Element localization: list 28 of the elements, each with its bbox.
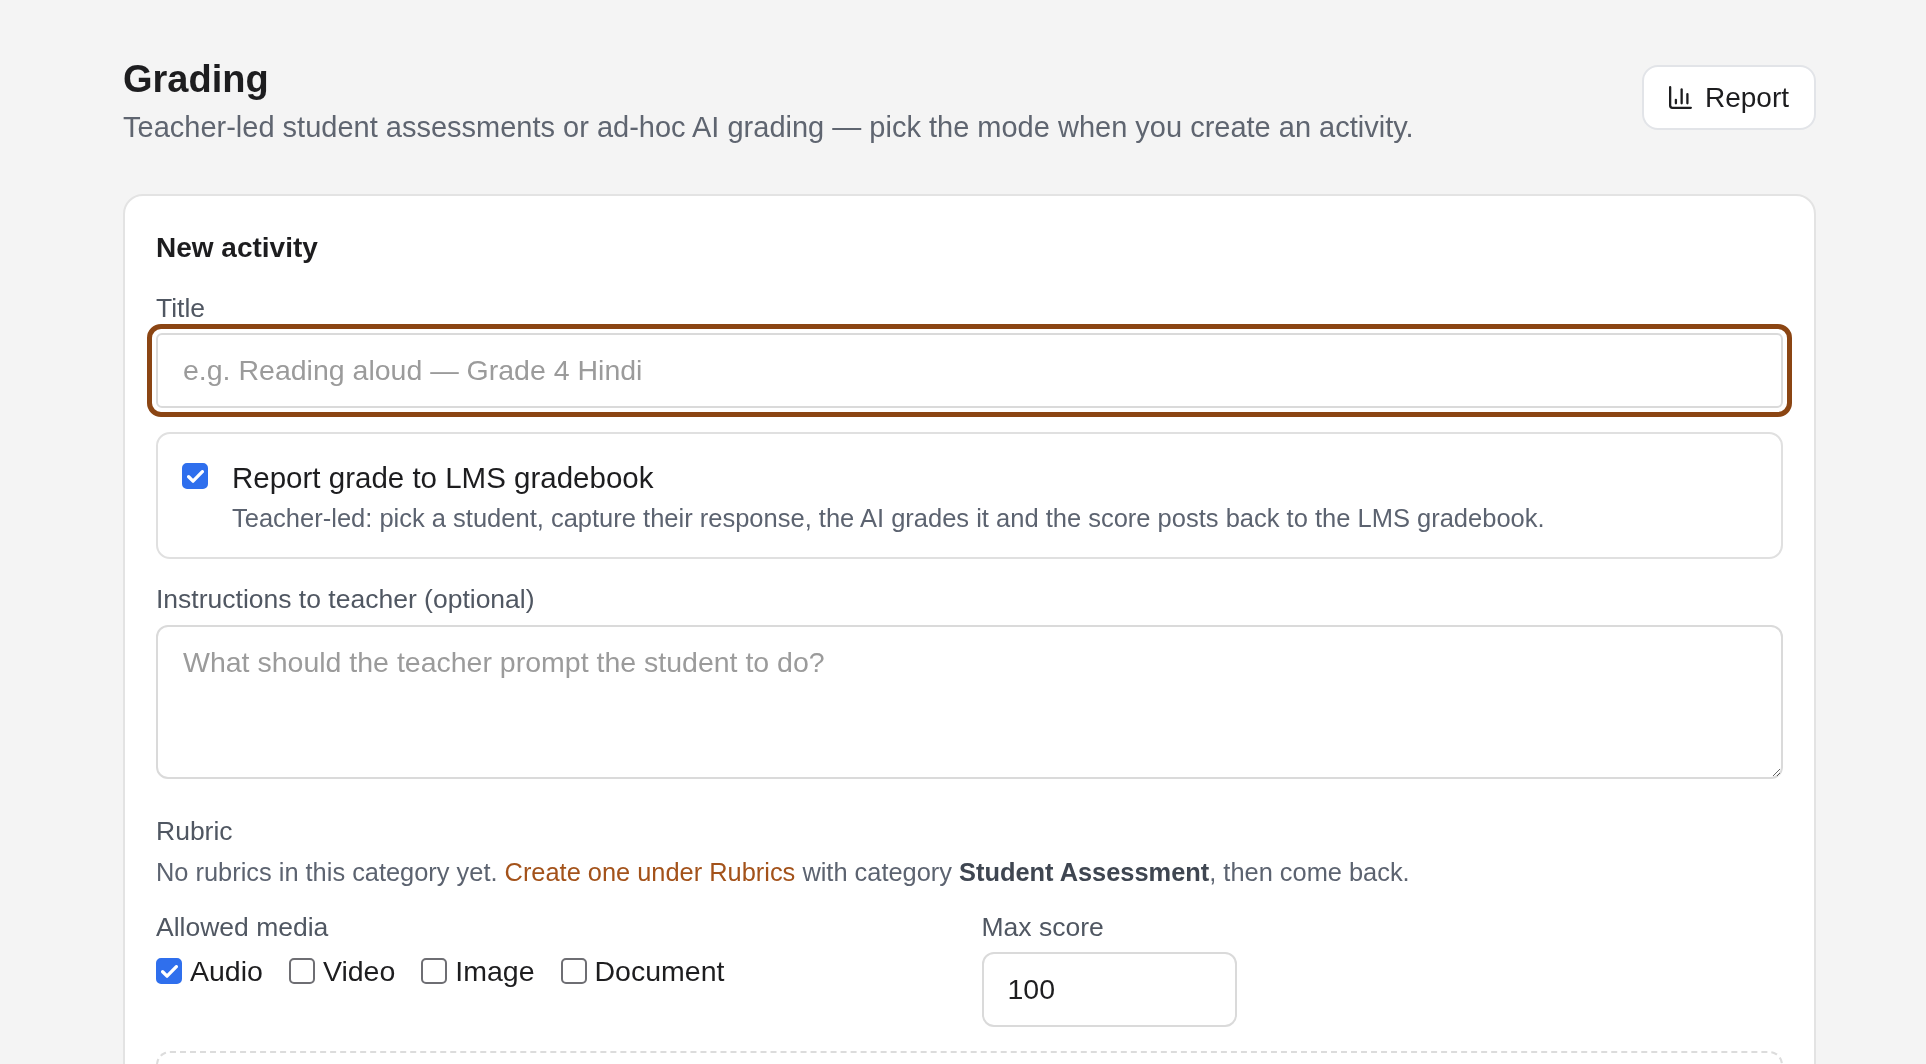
field-label: Allowed media <box>156 911 329 943</box>
title-input[interactable]: e.g. Reading aloud — Grade 4 Hindi <box>156 333 1783 408</box>
checkbox-label: Video <box>322 954 396 989</box>
checkbox-label: Image <box>455 954 535 989</box>
field-label: Title <box>156 292 206 324</box>
checkbox[interactable] <box>560 958 587 984</box>
rubric-message: No rubrics in this category yet. Create one under Rubrics with category Student Assessment, then come back. <box>156 857 1410 888</box>
field-label: Rubric <box>156 815 233 847</box>
section-heading: New activity <box>156 231 318 265</box>
checkbox-label: Document <box>594 954 725 989</box>
checkbox[interactable] <box>288 958 315 984</box>
field-label: Instructions to teacher (optional) <box>156 583 535 615</box>
page-title: Grading <box>123 57 269 102</box>
checkmark-icon <box>160 964 178 978</box>
bar-chart-icon <box>1668 86 1692 109</box>
max-score-input[interactable]: 100 <box>981 952 1237 1027</box>
checkbox-description: Teacher-led: pick a student, capture their response, the AI grades it and the score posts back to the LMS gradebook. <box>232 503 1545 534</box>
checkbox[interactable] <box>182 463 208 489</box>
rubric-link[interactable]: Create one under Rubrics <box>504 858 796 886</box>
checkbox[interactable] <box>421 958 448 984</box>
checkbox-label: Audio <box>190 954 263 989</box>
page-subtitle: Teacher-led student assessments or ad-hoc AI grading — pick the mode when you create an activity. <box>123 110 1414 145</box>
checkbox[interactable] <box>156 958 182 984</box>
checkbox-label: Report grade to LMS gradebook <box>232 460 654 496</box>
instructions-textarea[interactable]: What should the teacher prompt the student to do? <box>156 625 1783 779</box>
checkmark-icon <box>186 469 204 483</box>
report-button[interactable]: Report <box>1641 65 1816 130</box>
field-label: Max score <box>981 911 1104 943</box>
